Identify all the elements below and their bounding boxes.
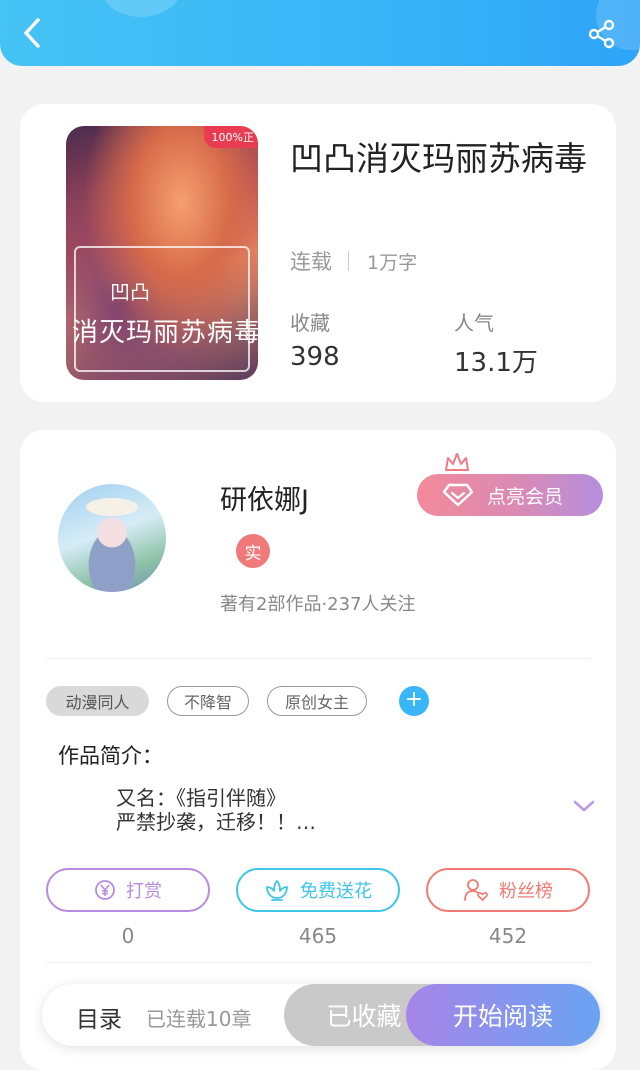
reward-label: 打赏 bbox=[126, 881, 162, 902]
send-flower-label: 免费送花 bbox=[300, 881, 372, 902]
flower-icon bbox=[264, 878, 290, 902]
collect-label: 收藏 bbox=[290, 311, 330, 335]
flower-count: 465 bbox=[298, 924, 338, 948]
intro-label: 作品简介： bbox=[58, 744, 163, 768]
intro-line1: 又名：《指引伴随》 bbox=[116, 786, 286, 810]
intro-line2: 严禁抄袭，迁移！！… bbox=[116, 810, 316, 834]
author-card: 研依娜J 实 著有2部作品·237人关注 点亮会员 动漫同人 不降智 原创女主 … bbox=[20, 430, 616, 1070]
collect-value: 398 bbox=[290, 342, 340, 372]
cover-badge: 100%正 bbox=[203, 126, 258, 148]
vip-button[interactable]: 点亮会员 bbox=[417, 474, 603, 516]
book-word-count: 1万字 bbox=[367, 251, 418, 274]
add-tag-button[interactable]: + bbox=[399, 686, 429, 716]
yen-icon bbox=[94, 879, 116, 901]
fan-heart-icon bbox=[463, 878, 489, 902]
divider bbox=[46, 962, 590, 963]
crown-icon bbox=[445, 453, 469, 471]
back-button[interactable] bbox=[14, 14, 50, 52]
popularity-label: 人气 bbox=[454, 311, 494, 335]
cover-frame bbox=[74, 246, 250, 372]
reward-count: 0 bbox=[121, 924, 135, 948]
avatar-hat bbox=[86, 498, 138, 516]
share-icon bbox=[588, 19, 615, 49]
reward-button[interactable]: 打赏 bbox=[46, 868, 210, 912]
vip-button-label: 点亮会员 bbox=[487, 485, 564, 508]
cover-title-line1: 凹凸 bbox=[110, 280, 150, 304]
send-flower-button[interactable]: 免费送花 bbox=[236, 868, 400, 912]
book-meta: 连载 1万字 bbox=[290, 246, 417, 276]
author-meta: 著有2部作品·237人关注 bbox=[220, 594, 416, 615]
tag-item[interactable]: 原创女主 bbox=[267, 686, 367, 716]
tag-item[interactable]: 不降智 bbox=[167, 686, 249, 716]
share-button[interactable] bbox=[582, 14, 622, 54]
fans-rank-label: 粉丝榜 bbox=[499, 881, 553, 902]
fans-rank-button[interactable]: 粉丝榜 bbox=[426, 868, 590, 912]
meta-divider bbox=[348, 251, 349, 271]
chevron-left-icon bbox=[24, 18, 40, 48]
chapter-status: 已连载10章 bbox=[146, 1007, 252, 1031]
book-status: 连载 bbox=[290, 250, 332, 274]
author-avatar[interactable] bbox=[58, 484, 166, 592]
book-title: 凹凸消灭玛丽苏病毒 bbox=[290, 139, 587, 178]
top-bar bbox=[0, 0, 640, 66]
cover-title-line2: 消灭玛丽苏病毒 bbox=[72, 318, 258, 348]
verified-badge: 实 bbox=[236, 534, 270, 568]
fans-count: 452 bbox=[488, 924, 528, 948]
start-reading-button[interactable]: 开始阅读 bbox=[406, 984, 600, 1046]
author-name[interactable]: 研依娜J bbox=[220, 478, 309, 517]
tag-item[interactable]: 动漫同人 bbox=[46, 686, 149, 716]
toc-button[interactable]: 目录 bbox=[76, 1000, 122, 1034]
popularity-value: 13.1万 bbox=[454, 348, 538, 378]
book-info-card: 100%正 凹凸 消灭玛丽苏病毒 凹凸消灭玛丽苏病毒 连载 1万字 收藏 398… bbox=[20, 104, 616, 402]
chevron-down-icon[interactable] bbox=[572, 798, 596, 814]
book-cover[interactable]: 100%正 凹凸 消灭玛丽苏病毒 bbox=[66, 126, 258, 380]
divider bbox=[46, 658, 590, 659]
decorative-bubble bbox=[100, 0, 182, 17]
bottom-action-bar: 目录 已连载10章 已收藏 开始阅读 bbox=[42, 984, 600, 1046]
diamond-icon bbox=[443, 483, 473, 507]
